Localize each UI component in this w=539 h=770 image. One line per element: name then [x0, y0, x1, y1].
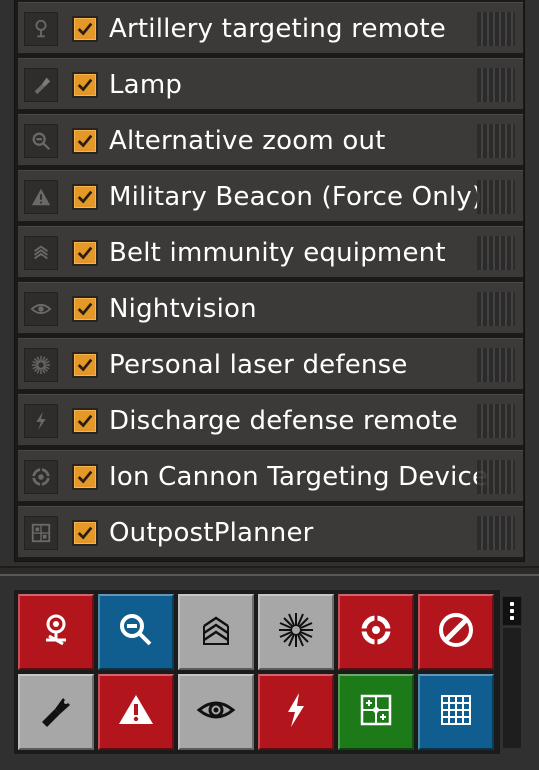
shortcut-row-military-beacon[interactable]: Military Beacon (Force Only) [18, 170, 523, 222]
shortcut-list-panel: Artillery targeting remote Lamp Alternat… [0, 0, 539, 568]
artillery-remote-icon [36, 610, 76, 654]
menu-dot [510, 609, 514, 613]
blueprint-icon [356, 690, 396, 734]
toolbar-belt-immunity-button[interactable] [178, 594, 254, 670]
toolbar-military-beacon-button[interactable] [98, 674, 174, 750]
toolbar-grid-button[interactable] [418, 674, 494, 750]
toolbar-no-entry-button[interactable] [418, 594, 494, 670]
toolbar-outpost-planner-button[interactable] [338, 674, 414, 750]
shortcut-label: Discharge defense remote [109, 406, 458, 436]
zoom-out-icon [24, 124, 58, 158]
shortcut-row-artillery[interactable]: Artillery targeting remote [18, 2, 523, 54]
warning-icon [116, 690, 156, 734]
shortcut-label: Military Beacon (Force Only) [109, 182, 483, 212]
shortcut-label: Alternative zoom out [109, 126, 386, 156]
more-options-button[interactable] [502, 596, 522, 626]
flashlight-icon [36, 690, 76, 734]
lightning-icon [276, 690, 316, 734]
shortcut-row-discharge-defense[interactable]: Discharge defense remote [18, 394, 523, 446]
shortcut-label: Artillery targeting remote [109, 14, 446, 44]
menu-dot [510, 616, 514, 620]
drag-handle[interactable] [477, 348, 515, 382]
drag-handle[interactable] [477, 292, 515, 326]
toolbar-ion-cannon-button[interactable] [338, 594, 414, 670]
shortcut-label: Personal laser defense [109, 350, 408, 380]
belt-immunity-icon [24, 236, 58, 270]
menu-dot [510, 602, 514, 606]
shortcut-row-laser-defense[interactable]: Personal laser defense [18, 338, 523, 390]
drag-handle[interactable] [477, 12, 515, 46]
laser-burst-icon [276, 610, 316, 654]
toolbar-lamp-button[interactable] [18, 674, 94, 750]
lightning-icon [24, 404, 58, 438]
shortcut-label: Lamp [109, 70, 183, 100]
drag-handle[interactable] [477, 404, 515, 438]
shortcut-row-ion-cannon[interactable]: Ion Cannon Targeting Device [18, 450, 523, 502]
toolbar-discharge-defense-button[interactable] [258, 674, 334, 750]
zoom-out-icon [116, 610, 156, 654]
enable-checkbox[interactable] [72, 128, 98, 154]
drag-handle[interactable] [477, 516, 515, 550]
drag-handle[interactable] [477, 180, 515, 214]
enable-checkbox[interactable] [72, 16, 98, 42]
enable-checkbox[interactable] [72, 296, 98, 322]
shortcut-row-outpost-planner[interactable]: OutpostPlanner [18, 506, 523, 558]
toolbar-nightvision-button[interactable] [178, 674, 254, 750]
shortcut-label: Ion Cannon Targeting Device [109, 462, 489, 492]
enable-checkbox[interactable] [72, 184, 98, 210]
laser-burst-icon [24, 348, 58, 382]
shortcut-row-lamp[interactable]: Lamp [18, 58, 523, 110]
ion-cannon-icon [24, 460, 58, 494]
warning-icon [24, 180, 58, 214]
toolbar-scrollbar[interactable] [503, 628, 521, 748]
toolbar-artillery-button[interactable] [18, 594, 94, 670]
enable-checkbox[interactable] [72, 408, 98, 434]
flashlight-icon [24, 68, 58, 102]
shortcut-label: Belt immunity equipment [109, 238, 446, 268]
shortcut-row-belt-immunity[interactable]: Belt immunity equipment [18, 226, 523, 278]
enable-checkbox[interactable] [72, 352, 98, 378]
blueprint-icon [24, 516, 58, 550]
grid-icon [436, 690, 476, 734]
toolbar-zoom-out-button[interactable] [98, 594, 174, 670]
no-entry-icon [436, 610, 476, 654]
artillery-remote-icon [24, 12, 58, 46]
shortcut-label: Nightvision [109, 294, 257, 324]
enable-checkbox[interactable] [72, 240, 98, 266]
shortcut-label: OutpostPlanner [109, 518, 314, 548]
ion-cannon-icon [356, 610, 396, 654]
enable-checkbox[interactable] [72, 520, 98, 546]
belt-immunity-icon [196, 610, 236, 654]
enable-checkbox[interactable] [72, 72, 98, 98]
enable-checkbox[interactable] [72, 464, 98, 490]
drag-handle[interactable] [477, 124, 515, 158]
shortcut-row-nightvision[interactable]: Nightvision [18, 282, 523, 334]
drag-handle[interactable] [477, 460, 515, 494]
shortcut-row-zoom-out[interactable]: Alternative zoom out [18, 114, 523, 166]
drag-handle[interactable] [477, 236, 515, 270]
toolbar-laser-defense-button[interactable] [258, 594, 334, 670]
drag-handle[interactable] [477, 68, 515, 102]
eye-icon [196, 690, 236, 734]
eye-icon [24, 292, 58, 326]
